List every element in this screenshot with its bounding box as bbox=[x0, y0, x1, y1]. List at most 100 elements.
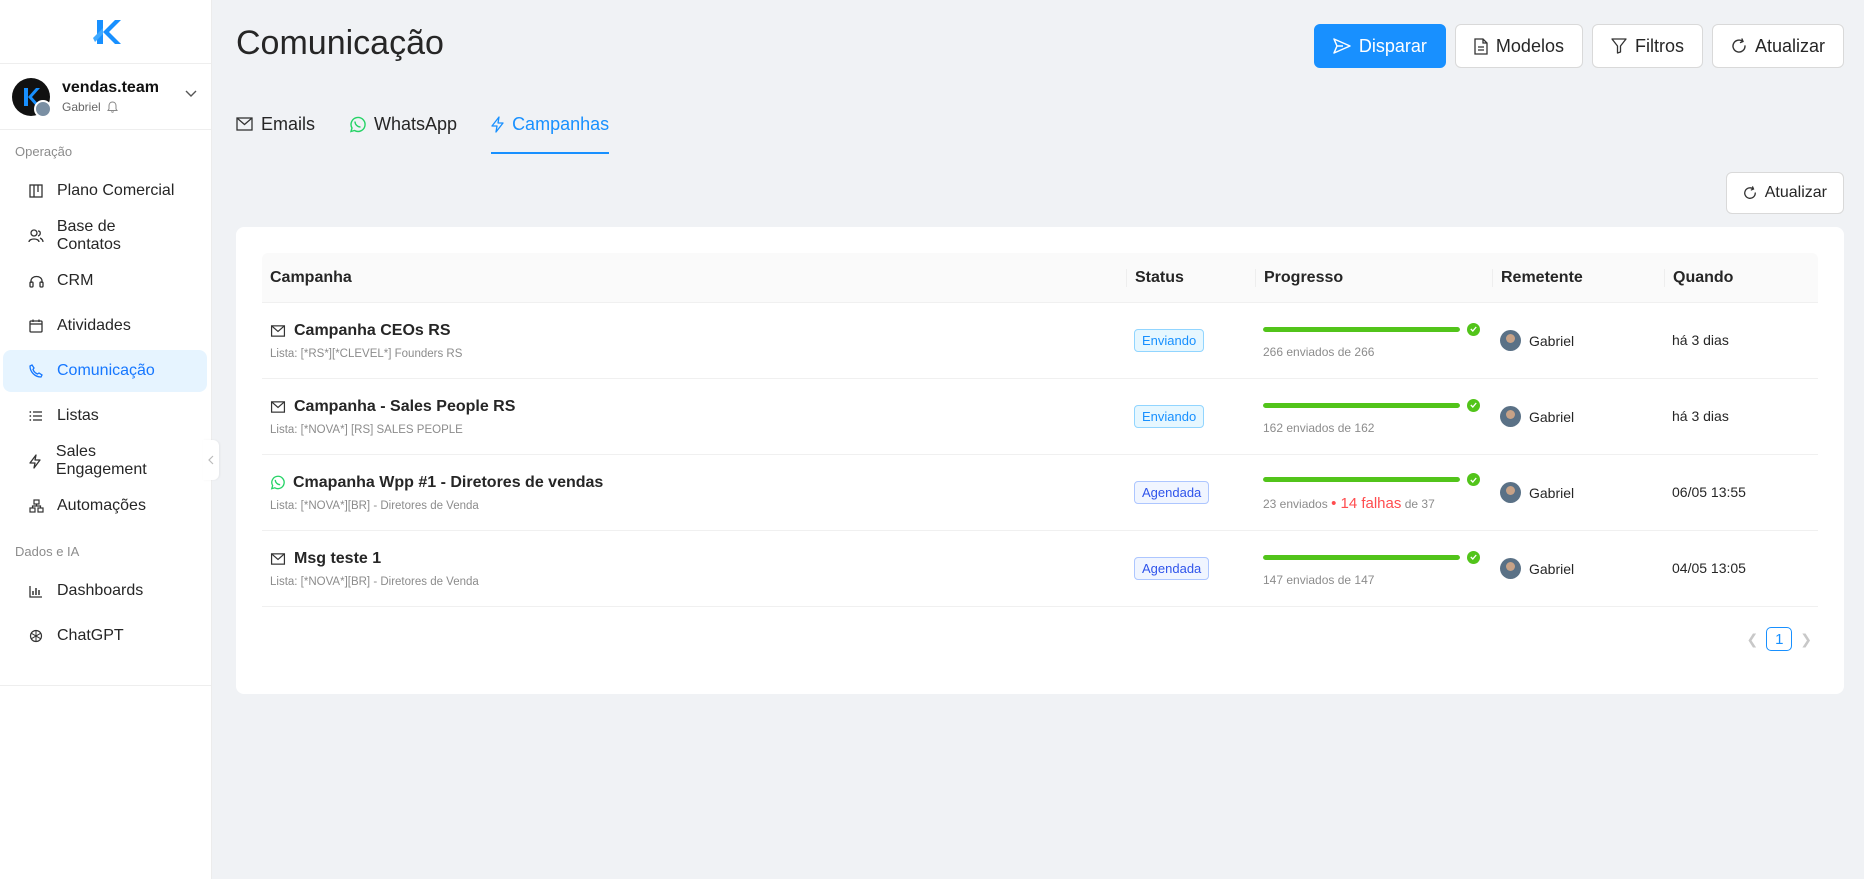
tab-label: Emails bbox=[261, 114, 316, 134]
avatar bbox=[1500, 558, 1521, 579]
bell-icon[interactable] bbox=[106, 101, 118, 113]
sidebar-item-base-de-contatos[interactable]: Base de Contatos bbox=[3, 215, 207, 257]
campaign-name[interactable]: Msg teste 1 bbox=[294, 550, 381, 568]
check-circle-icon bbox=[1467, 322, 1480, 336]
section-label-operacao: Operação bbox=[15, 144, 73, 159]
sender-name: Gabriel bbox=[1529, 408, 1575, 425]
column-header-progresso: Progresso bbox=[1255, 268, 1492, 287]
progress-bar bbox=[1263, 398, 1492, 412]
contacts-icon bbox=[27, 227, 45, 245]
document-icon bbox=[1474, 37, 1488, 55]
refresh-label: Atualizar bbox=[1764, 184, 1827, 201]
check-circle-icon bbox=[1467, 473, 1480, 486]
tab-label: Campanhas bbox=[512, 114, 610, 134]
progress-bar bbox=[1263, 550, 1492, 564]
logo[interactable] bbox=[0, 0, 211, 64]
sidebar-item-dashboards[interactable]: Dashboards bbox=[3, 570, 207, 612]
sidebar-item-comunicacao[interactable]: Comunicação bbox=[3, 350, 207, 392]
tab-emails[interactable]: Emails bbox=[236, 108, 315, 154]
sidebar-item-crm[interactable]: CRM bbox=[3, 260, 207, 302]
sidebar-item-chatgpt[interactable]: ChatGPT bbox=[3, 615, 207, 657]
progress-fill bbox=[1263, 477, 1460, 482]
progress-sent: 23 enviados bbox=[1263, 497, 1328, 511]
bolt-icon bbox=[27, 452, 44, 470]
sidebar-item-label: CRM bbox=[57, 272, 94, 289]
calendar-icon bbox=[27, 317, 45, 335]
headset-icon bbox=[27, 272, 45, 290]
refresh-campaigns-button[interactable]: Atualizar bbox=[1725, 172, 1844, 214]
section-label-dados-ia: Dados e IA bbox=[15, 544, 80, 559]
progress-fail-text: 14 falhas bbox=[1340, 495, 1402, 512]
prev-page-icon[interactable]: ❮ bbox=[1747, 631, 1759, 648]
sidebar-item-label: ChatGPT bbox=[57, 627, 124, 644]
hierarchy-icon bbox=[27, 497, 45, 515]
chevron-left-icon bbox=[208, 455, 214, 465]
disparar-button[interactable]: Disparar bbox=[1313, 24, 1446, 68]
account-user: Gabriel bbox=[62, 100, 101, 114]
filtros-label: Filtros bbox=[1634, 35, 1684, 56]
status-badge: Agendada bbox=[1134, 557, 1210, 580]
progress-fill bbox=[1263, 402, 1460, 408]
chevron-down-icon[interactable] bbox=[185, 90, 197, 98]
account-switcher[interactable]: vendas.team Gabriel bbox=[0, 64, 211, 130]
filtros-button[interactable]: Filtros bbox=[1591, 24, 1703, 68]
check-circle-icon bbox=[1467, 398, 1480, 412]
sidebar-collapse-handle[interactable] bbox=[203, 440, 219, 480]
whatsapp-icon bbox=[270, 475, 285, 490]
send-icon bbox=[1333, 38, 1351, 54]
board-icon bbox=[27, 182, 45, 200]
mail-icon bbox=[270, 552, 286, 565]
table-row[interactable]: Msg teste 1 Lista: [*NOVA*][BR] - Direto… bbox=[262, 531, 1818, 607]
table-row[interactable]: Campanha - Sales People RS Lista: [*NOVA… bbox=[262, 379, 1818, 455]
sidebar-item-automacoes[interactable]: Automações bbox=[3, 485, 207, 527]
tab-whatsapp[interactable]: WhatsApp bbox=[349, 108, 457, 154]
campaign-name[interactable]: Campanha CEOs RS bbox=[294, 322, 450, 340]
sidebar-item-listas[interactable]: Listas bbox=[3, 395, 207, 437]
atualizar-label: Atualizar bbox=[1754, 35, 1825, 56]
status-badge: Enviando bbox=[1134, 405, 1205, 428]
table-header: Campanha Status Progresso Remetente Quan… bbox=[262, 253, 1818, 303]
modelos-button[interactable]: Modelos bbox=[1454, 24, 1583, 68]
campaign-name[interactable]: Cmapanha Wpp #1 - Diretores de vendas bbox=[293, 474, 603, 492]
openai-icon bbox=[27, 627, 45, 645]
sidebar-item-label: Plano Comercial bbox=[57, 182, 175, 199]
mail-icon bbox=[270, 324, 286, 337]
whatsapp-icon bbox=[349, 116, 366, 133]
tab-campanhas[interactable]: Campanhas bbox=[491, 108, 610, 154]
campaign-list: Lista: [*NOVA*][BR] - Diretores de Venda bbox=[270, 575, 479, 588]
mail-icon bbox=[236, 117, 253, 131]
table-row[interactable]: Cmapanha Wpp #1 - Diretores de vendas Li… bbox=[262, 455, 1818, 531]
bolt-icon bbox=[491, 116, 504, 133]
tabs: Emails WhatsApp Campanhas bbox=[236, 108, 610, 154]
atualizar-button[interactable]: Atualizar bbox=[1711, 24, 1844, 68]
sent-when: há 3 dias bbox=[1672, 407, 1729, 424]
sent-when: há 3 dias bbox=[1672, 331, 1729, 348]
refresh-icon bbox=[1743, 186, 1756, 199]
filter-icon bbox=[1611, 38, 1627, 54]
sidebar: vendas.team Gabriel Operação Plano Comer… bbox=[0, 0, 212, 879]
phone-icon bbox=[27, 362, 45, 380]
disparar-label: Disparar bbox=[1358, 35, 1427, 56]
sidebar-item-atividades[interactable]: Atividades bbox=[3, 305, 207, 347]
avatar bbox=[1500, 330, 1521, 351]
column-header-remetente: Remetente bbox=[1492, 268, 1664, 287]
progress-text: 162 enviados de 162 bbox=[1263, 420, 1375, 435]
avatar bbox=[1500, 406, 1521, 427]
sender-name: Gabriel bbox=[1529, 332, 1575, 349]
sidebar-item-sales-engagement[interactable]: Sales Engagement bbox=[3, 440, 207, 482]
status-badge: Agendada bbox=[1134, 481, 1210, 504]
progress-fill bbox=[1263, 554, 1460, 560]
next-page-icon[interactable]: ❯ bbox=[1800, 631, 1812, 648]
page-number-current[interactable]: 1 bbox=[1766, 627, 1793, 651]
sidebar-item-plano-comercial[interactable]: Plano Comercial bbox=[3, 170, 207, 212]
column-header-status: Status bbox=[1126, 268, 1255, 287]
mail-icon bbox=[270, 400, 286, 413]
column-header-quando: Quando bbox=[1664, 268, 1818, 287]
table-row[interactable]: Campanha CEOs RS Lista: [*RS*][*CLEVEL*]… bbox=[262, 303, 1818, 379]
campaign-name[interactable]: Campanha - Sales People RS bbox=[294, 398, 515, 416]
sidebar-item-label: Automações bbox=[57, 497, 146, 514]
column-header-campanha: Campanha bbox=[270, 268, 352, 286]
campaign-list: Lista: [*RS*][*CLEVEL*] Founders RS bbox=[270, 347, 463, 360]
progress-text: 266 enviados de 266 bbox=[1263, 344, 1375, 359]
progress-total: de 37 bbox=[1404, 497, 1435, 511]
